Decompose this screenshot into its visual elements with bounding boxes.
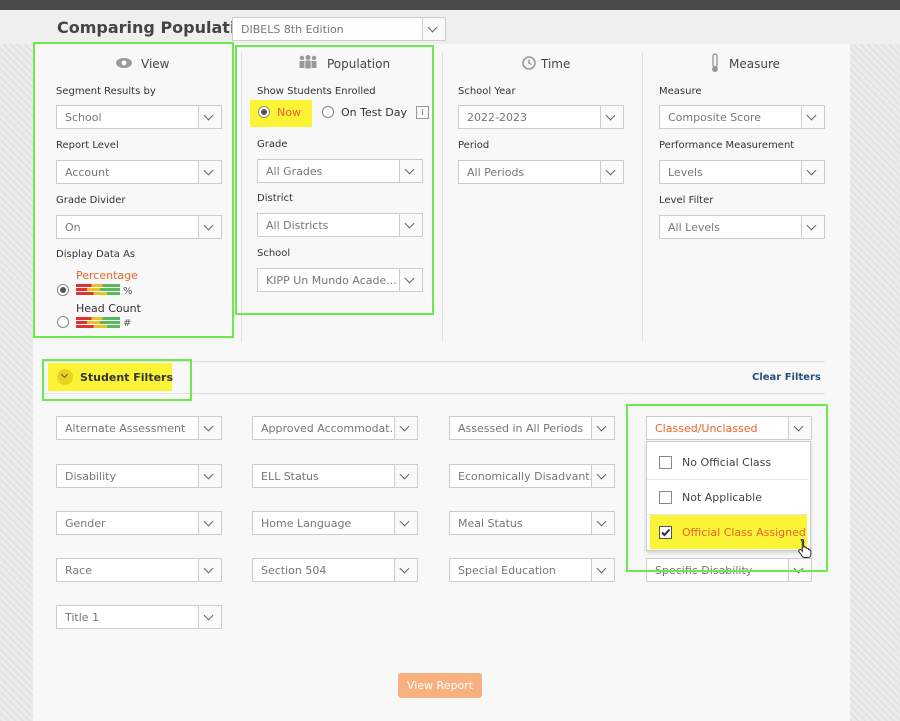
chevron-down-icon [591,512,614,534]
divider [642,52,643,342]
level-filter-select[interactable]: All Levels [659,215,825,239]
population-highlight [235,45,434,315]
chevron-down-icon [801,161,824,183]
filter-gender[interactable]: Gender [56,511,222,535]
background-left [0,44,33,721]
chevron-down-icon [801,106,824,128]
clear-filters-link[interactable]: Clear Filters [752,372,821,383]
period-select[interactable]: All Periods [458,160,624,184]
period-label: Period [458,140,490,151]
chevron-down-icon [591,465,614,487]
filter-title-1[interactable]: Title 1 [56,605,222,629]
clock-icon [522,56,536,70]
time-title: Time [541,57,571,71]
chevron-down-icon [198,417,221,439]
school-year-select[interactable]: 2022-2023 [458,105,624,129]
chevron-down-icon [600,106,623,128]
filter-home-language[interactable]: Home Language [252,511,418,535]
filter-approved-accommodations[interactable]: Approved Accommodat... [252,416,418,440]
filter-economically-disadvantaged[interactable]: Economically Disadvant... [449,464,615,488]
chevron-down-icon [422,18,445,40]
filter-alternate-assessment[interactable]: Alternate Assessment [56,416,222,440]
chevron-down-icon [394,417,417,439]
chevron-down-icon [394,559,417,581]
chevron-down-icon [198,512,221,534]
filter-ell-status[interactable]: ELL Status [252,464,418,488]
level-filter-label: Level Filter [659,195,714,206]
chevron-down-icon [801,216,824,238]
filter-race[interactable]: Race [56,558,222,582]
divider [442,52,443,342]
chevron-down-icon [394,512,417,534]
chevron-down-icon [591,417,614,439]
measure-title: Measure [729,57,780,71]
top-bar [0,0,900,10]
classed-dropdown-highlight [626,404,828,572]
thermometer-icon [712,53,718,72]
filter-disability[interactable]: Disability [56,464,222,488]
chevron-down-icon [198,559,221,581]
school-year-label: School Year [458,86,516,97]
measure-select[interactable]: Composite Score [659,105,825,129]
assessment-select[interactable]: DIBELS 8th Edition [232,17,446,41]
chevron-down-icon [198,606,221,628]
background-right [850,44,900,721]
view-highlight [33,42,234,338]
filter-assessed-all-periods[interactable]: Assessed in All Periods [449,416,615,440]
student-filters-green-highlight [42,359,192,401]
measure-label: Measure [659,86,702,97]
performance-select[interactable]: Levels [659,160,825,184]
chevron-down-icon [591,559,614,581]
view-report-button[interactable]: View Report [398,673,482,698]
filter-section-504[interactable]: Section 504 [252,558,418,582]
chevron-down-icon [394,465,417,487]
filter-meal-status[interactable]: Meal Status [449,511,615,535]
filter-special-education[interactable]: Special Education [449,558,615,582]
chevron-down-icon [198,465,221,487]
performance-label: Performance Measurement [659,140,795,151]
chevron-down-icon [600,161,623,183]
